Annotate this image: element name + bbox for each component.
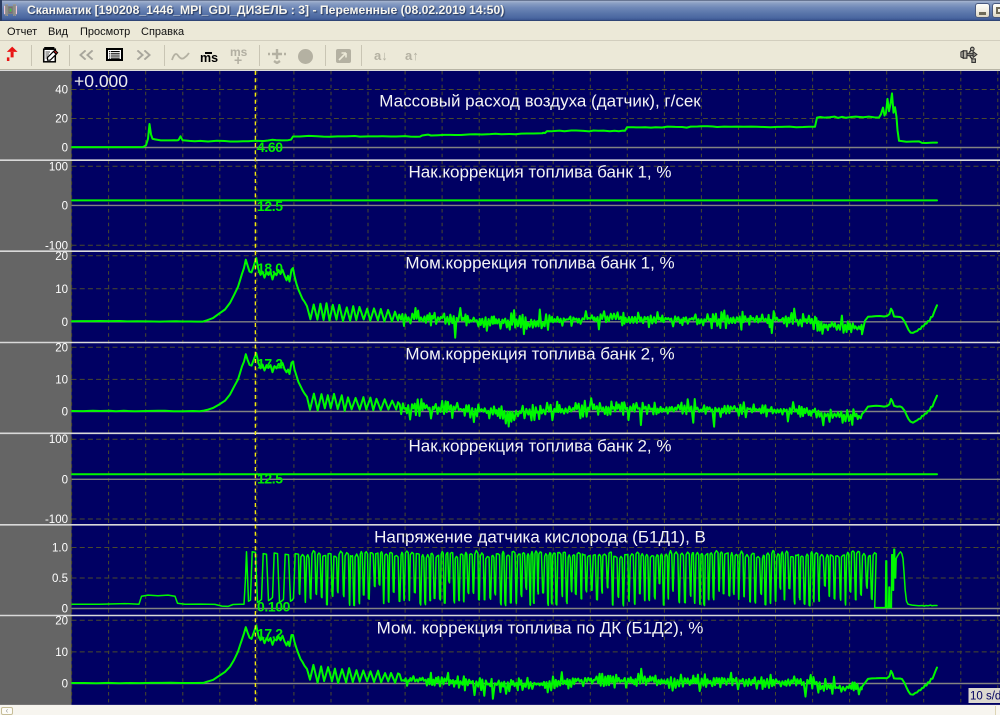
svg-text:0: 0 xyxy=(62,474,68,486)
svg-text:0: 0 xyxy=(62,604,68,616)
svg-text:0: 0 xyxy=(62,407,68,419)
svg-text:20: 20 xyxy=(55,251,68,263)
svg-text:Мом. коррекция топлива по ДК (: Мом. коррекция топлива по ДК (Б1Д2), % xyxy=(377,619,704,638)
svg-text:10: 10 xyxy=(55,284,68,296)
svg-text:0.100: 0.100 xyxy=(257,598,291,614)
svg-text:-100: -100 xyxy=(45,514,68,526)
svg-text:Мом.коррекция топлива банк 2,: Мом.коррекция топлива банк 2, % xyxy=(405,345,674,364)
svg-text:18.0: 18.0 xyxy=(257,260,283,276)
svg-text:0: 0 xyxy=(62,143,68,155)
svg-text:100: 100 xyxy=(49,161,68,173)
svg-text:10: 10 xyxy=(55,374,68,386)
svg-text:17.2: 17.2 xyxy=(257,355,283,371)
svg-text:0: 0 xyxy=(62,679,68,691)
svg-text:+0.000: +0.000 xyxy=(74,71,128,91)
svg-text:20: 20 xyxy=(55,114,68,126)
svg-text:4.60: 4.60 xyxy=(257,139,283,155)
svg-text:0: 0 xyxy=(62,200,68,212)
svg-text:0: 0 xyxy=(62,317,68,329)
svg-text:100: 100 xyxy=(49,434,68,446)
svg-text:Мом.коррекция топлива банк 1,: Мом.коррекция топлива банк 1, % xyxy=(405,254,674,273)
svg-text:Нак.коррекция топлива банк 1,: Нак.коррекция топлива банк 1, % xyxy=(409,163,672,182)
svg-text:Массовый расход воздуха (датчи: Массовый расход воздуха (датчик), г/сек xyxy=(379,92,701,111)
svg-text:Нак.коррекция топлива банк 2,: Нак.коррекция топлива банк 2, % xyxy=(409,437,672,456)
svg-text:Напряжение датчика кислорода (: Напряжение датчика кислорода (Б1Д1), В xyxy=(374,528,706,547)
svg-text:40: 40 xyxy=(55,85,68,97)
svg-text:12.5: 12.5 xyxy=(257,198,283,214)
svg-text:20: 20 xyxy=(55,342,68,354)
svg-text:1.0: 1.0 xyxy=(52,543,68,555)
svg-text:0.5: 0.5 xyxy=(52,573,68,585)
svg-text:12.5: 12.5 xyxy=(257,470,283,486)
svg-text:17.2: 17.2 xyxy=(257,625,283,641)
svg-text:10 s/div: 10 s/div xyxy=(970,691,1000,703)
svg-text:20: 20 xyxy=(55,615,68,627)
svg-text:10: 10 xyxy=(55,647,68,659)
